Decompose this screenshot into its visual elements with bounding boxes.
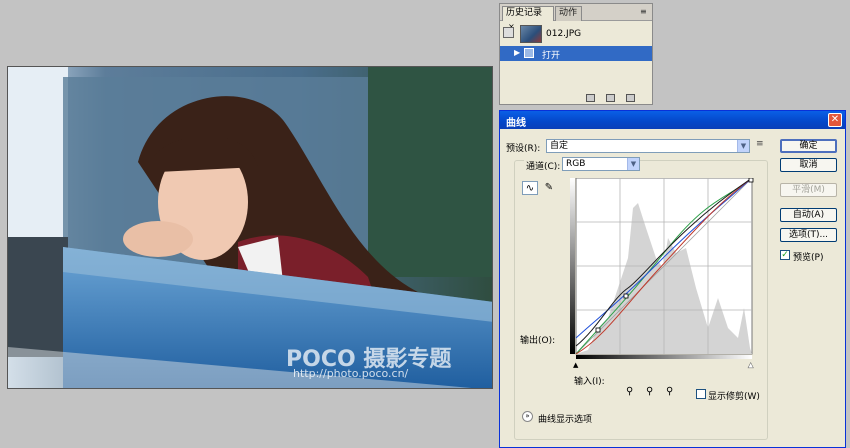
preset-select[interactable]: 自定 ▼ (546, 139, 750, 153)
tab-actions[interactable]: 动作 (555, 6, 582, 21)
show-clipping-checkbox[interactable] (696, 389, 706, 399)
panel-menu-icon[interactable]: ≡ (640, 7, 647, 16)
dialog-titlebar[interactable]: 曲线 ✕ (500, 111, 845, 129)
cancel-button[interactable]: 取消 (780, 158, 837, 172)
white-eyedropper-icon[interactable]: ⚲ (666, 386, 673, 397)
chevron-down-icon[interactable]: ▼ (737, 140, 749, 152)
snapshot-thumbnail (520, 25, 542, 43)
output-label: 输出(O): (520, 336, 556, 346)
history-panel: 历史记录× 动作 ≡ 012.JPG ▶ 打开 (499, 3, 653, 105)
chevron-down-icon[interactable]: » (522, 411, 533, 422)
history-snapshot-row[interactable]: 012.JPG (500, 24, 652, 45)
panel-tab-bar: 历史记录× 动作 ≡ (500, 4, 652, 31)
options-button[interactable]: 选项(T)... (780, 228, 837, 242)
channel-label: 通道(C): (524, 159, 563, 172)
trash-icon[interactable] (626, 94, 635, 102)
open-state-icon (524, 48, 534, 58)
dialog-title: 曲线 (506, 118, 526, 129)
black-eyedropper-icon[interactable]: ⚲ (626, 386, 633, 397)
channel-select[interactable]: RGB ▼ (562, 157, 640, 171)
pencil-icon[interactable]: ✎ (541, 181, 557, 195)
watermark-url: http://photo.poco.cn/ (293, 367, 409, 380)
history-state-label: 打开 (542, 51, 561, 61)
history-state-row[interactable]: ▶ 打开 (500, 46, 652, 61)
tab-history-label: 历史记录 (506, 8, 543, 18)
curve-graph[interactable] (568, 178, 754, 359)
preview-checkbox[interactable]: ✓ (780, 250, 790, 260)
white-point-slider[interactable]: ▲ (748, 361, 754, 370)
show-clipping-label: 显示修剪(W) (708, 392, 760, 402)
photo-canvas: POCO 摄影专题 http://photo.poco.cn/ (7, 66, 493, 389)
new-document-icon[interactable] (586, 94, 595, 102)
smooth-button[interactable]: 平滑(M) (780, 183, 837, 197)
gray-eyedropper-icon[interactable]: ⚲ (646, 386, 653, 397)
close-icon[interactable]: ✕ (828, 113, 842, 127)
preset-options-icon[interactable]: ≡ (756, 139, 764, 149)
snapshot-name: 012.JPG (546, 29, 582, 39)
curve-tool-icon[interactable]: ∿ (522, 181, 538, 195)
curves-dialog: 曲线 ✕ 预设(R): 自定 ▼ ≡ 通道(C): RGB ▼ ∿ ✎ ▲ ▲ … (499, 110, 846, 448)
black-point-slider[interactable]: ▲ (573, 361, 578, 369)
preset-value: 自定 (550, 141, 569, 151)
preset-label: 预设(R): (506, 144, 541, 154)
chevron-down-icon[interactable]: ▼ (627, 158, 639, 170)
history-footer (500, 92, 652, 104)
auto-button[interactable]: 自动(A) (780, 208, 837, 222)
curve-display-options-label[interactable]: 曲线显示选项 (538, 412, 592, 425)
tab-history[interactable]: 历史记录× (502, 6, 554, 31)
camera-icon[interactable] (606, 94, 615, 102)
input-label: 输入(I): (574, 377, 605, 387)
brush-source-icon[interactable] (503, 27, 514, 38)
ok-button[interactable]: 确定 (780, 139, 837, 153)
channel-value: RGB (566, 159, 586, 169)
preview-label: 预览(P) (793, 253, 824, 263)
state-marker-icon: ▶ (514, 48, 521, 57)
